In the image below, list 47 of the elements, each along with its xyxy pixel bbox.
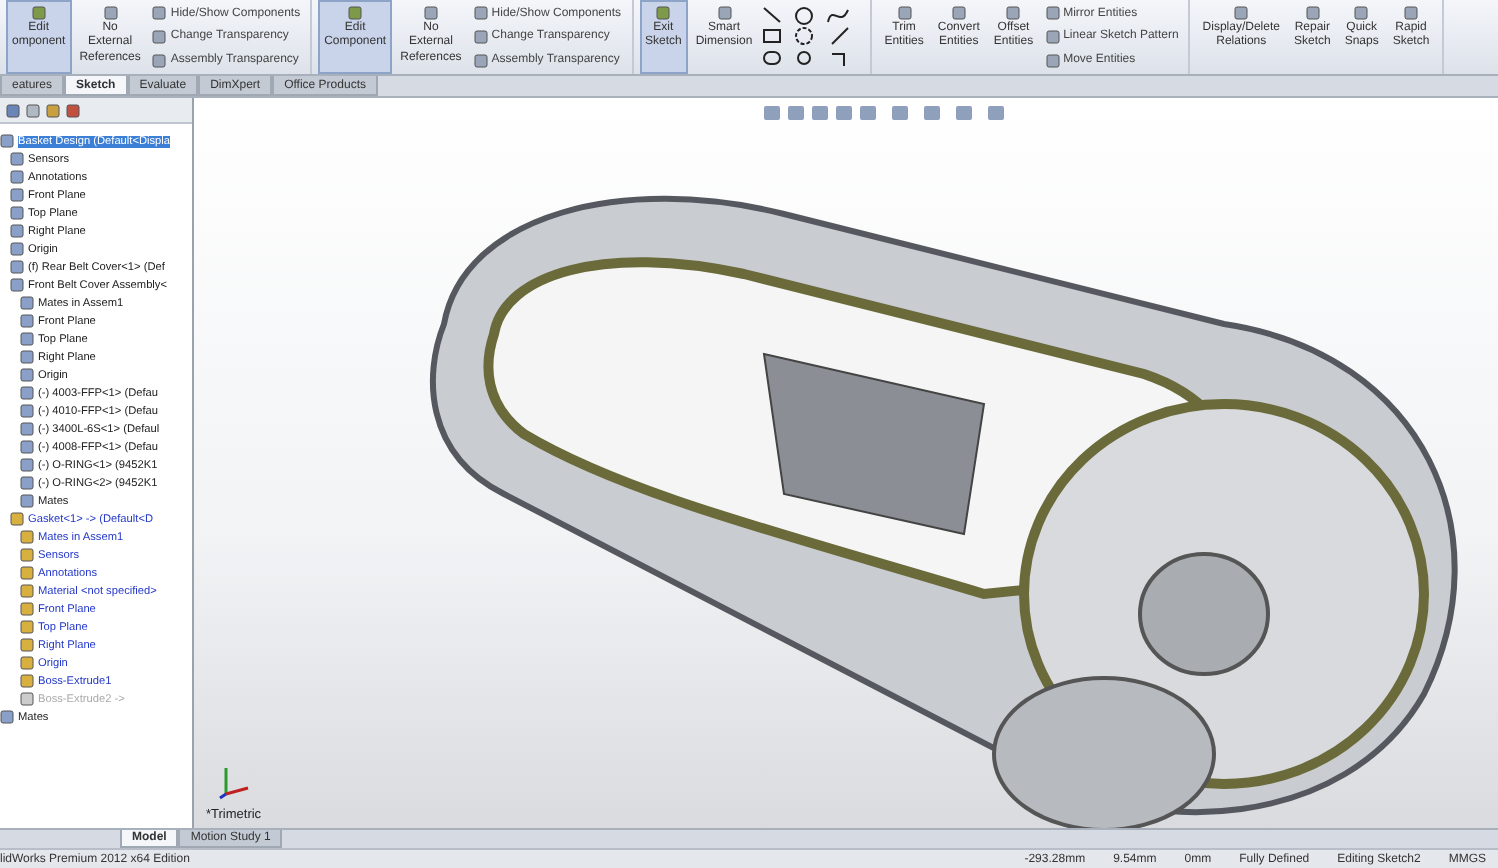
tree-node-icon <box>10 206 24 220</box>
tree-node-icon <box>20 530 34 544</box>
tree-node-icon <box>20 404 34 418</box>
tool-icon <box>951 6 966 20</box>
tree-node-icon <box>20 692 34 706</box>
tree-node-icon <box>20 314 34 328</box>
tree-node-icon <box>20 458 34 472</box>
tree-node-icon <box>20 494 34 508</box>
tree-node-icon <box>20 602 34 616</box>
tool-icon <box>1305 6 1320 20</box>
tree-node-icon <box>10 188 24 202</box>
tree-node-icon <box>20 638 34 652</box>
tree-node-icon <box>20 566 34 580</box>
tool-icon <box>1006 6 1021 20</box>
tool-icon <box>1354 6 1369 20</box>
tool-icon <box>656 6 671 20</box>
axis-triad-icon <box>218 764 250 800</box>
tree-node-icon <box>10 512 24 526</box>
tool-icon <box>1234 6 1249 20</box>
tree-node-icon <box>0 134 14 148</box>
tree-node-icon <box>20 422 34 436</box>
tree-node-icon <box>20 368 34 382</box>
tree-node-icon <box>10 242 24 256</box>
tree-node-icon <box>20 440 34 454</box>
tree-node-icon <box>20 296 34 310</box>
tree-node-icon <box>20 674 34 688</box>
tree-node-icon <box>20 656 34 670</box>
tree-node-icon <box>10 278 24 292</box>
tree-node-icon <box>20 584 34 598</box>
tool-icon <box>1404 6 1419 20</box>
tool-icon <box>717 6 732 20</box>
tree-node-icon <box>20 548 34 562</box>
tree-node-icon <box>20 476 34 490</box>
tree-node-icon <box>20 620 34 634</box>
tool-icon <box>423 6 438 20</box>
tool-icon <box>348 6 363 20</box>
tree-node-icon <box>0 710 14 724</box>
tree-node-icon <box>20 350 34 364</box>
tool-icon <box>31 6 46 20</box>
tree-node-icon <box>20 386 34 400</box>
tool-icon <box>897 6 912 20</box>
tree-node-icon <box>10 224 24 238</box>
tree-node-icon <box>10 170 24 184</box>
tool-icon <box>103 6 118 20</box>
tree-node-icon <box>10 152 24 166</box>
tree-node-icon <box>10 260 24 274</box>
tree-node-icon <box>20 332 34 346</box>
